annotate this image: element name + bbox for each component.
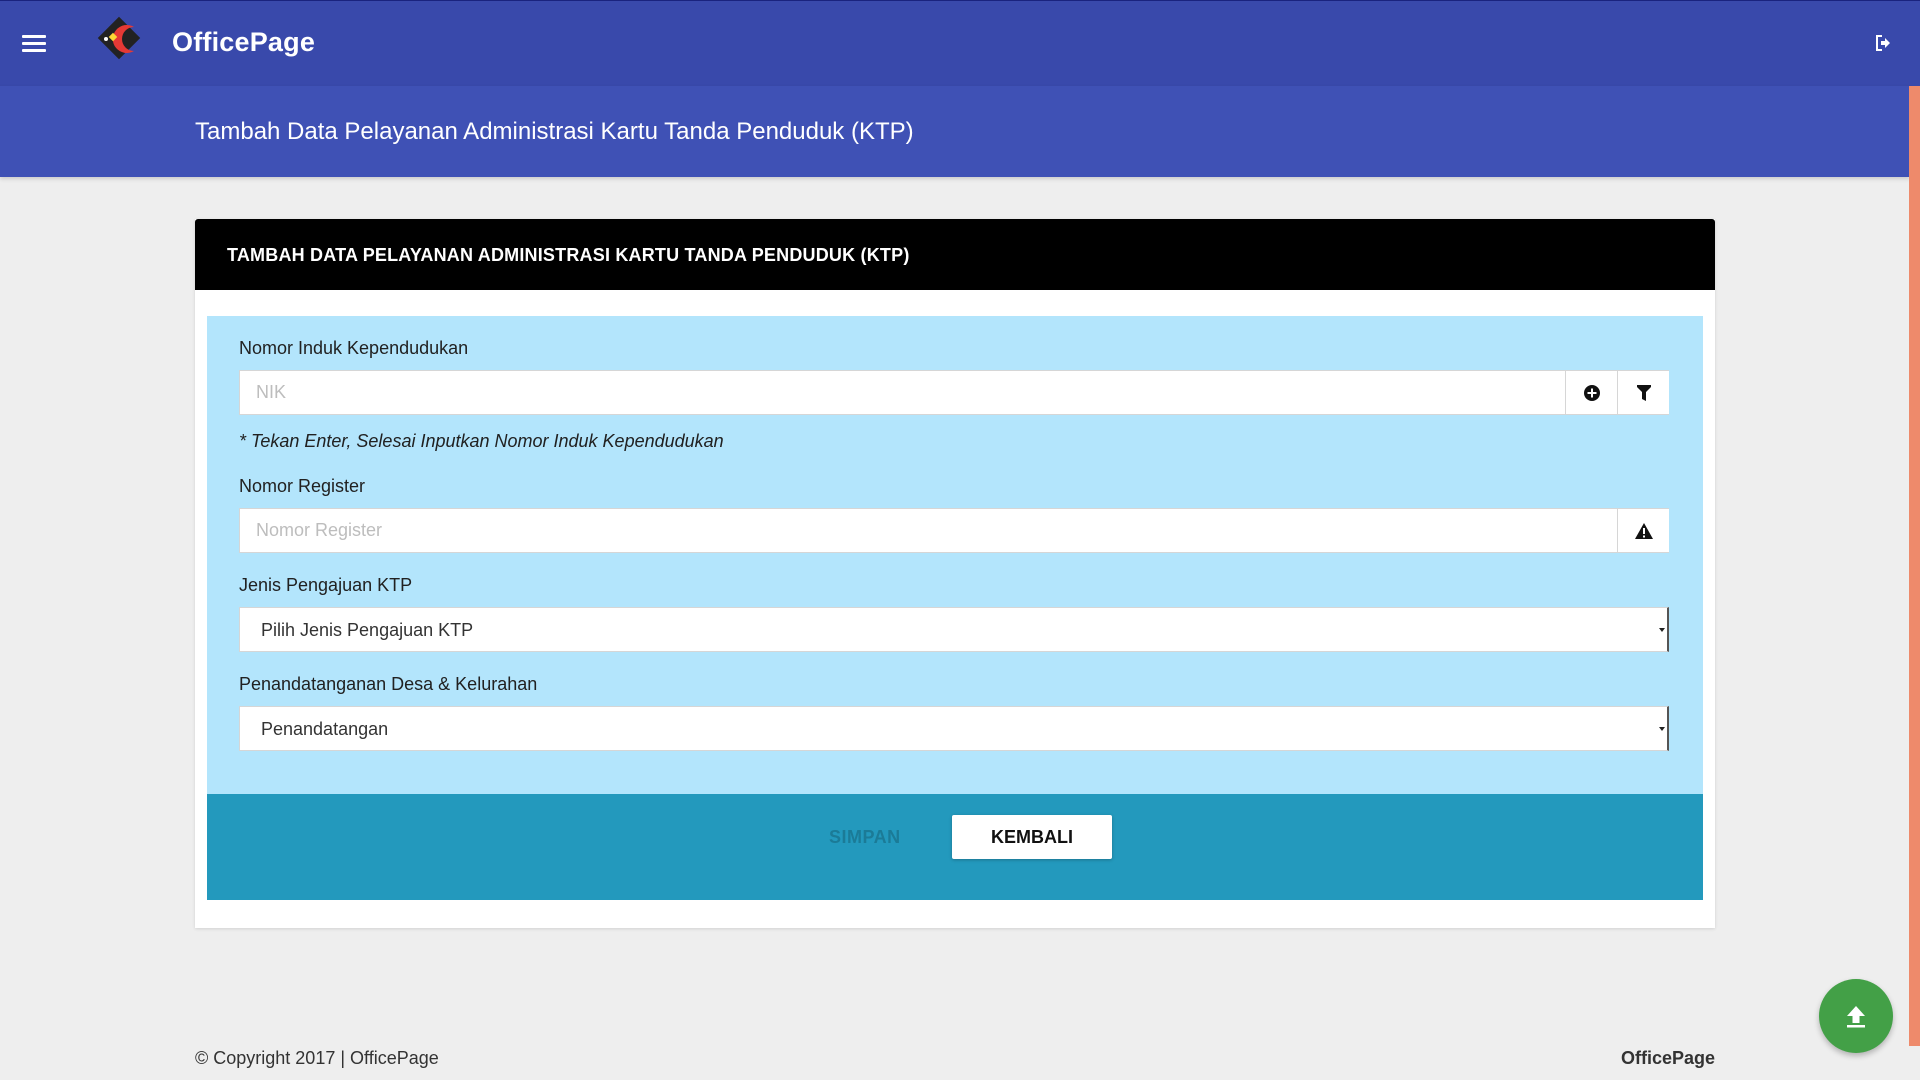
upload-arrow-icon bbox=[1847, 1006, 1865, 1028]
logout-icon[interactable] bbox=[1872, 31, 1896, 55]
register-input[interactable] bbox=[240, 509, 1617, 552]
penandatangan-selected-value: Penandatangan bbox=[261, 719, 389, 739]
card-header: TAMBAH DATA PELAYANAN ADMINISTRASI KARTU… bbox=[195, 219, 1715, 290]
page-title: Tambah Data Pelayanan Administrasi Kartu… bbox=[195, 118, 914, 145]
chevron-down-icon bbox=[1659, 628, 1665, 632]
menu-button[interactable] bbox=[22, 31, 52, 57]
nik-hint: * Tekan Enter, Selesai Inputkan Nomor In… bbox=[239, 431, 724, 451]
footer-copyright: © Copyright 2017 | OfficePage bbox=[195, 1048, 439, 1068]
register-field-group bbox=[239, 508, 1669, 553]
app-brand[interactable]: OfficePage bbox=[172, 27, 315, 58]
back-button[interactable]: KEMBALI bbox=[952, 815, 1112, 859]
chevron-down-icon bbox=[1659, 727, 1665, 731]
plus-circle-icon bbox=[1583, 384, 1600, 401]
penandatangan-label: Penandatanganan Desa & Kelurahan bbox=[239, 674, 538, 694]
filter-icon bbox=[1636, 384, 1651, 401]
save-button[interactable]: SIMPAN bbox=[829, 827, 901, 848]
form-actions: SIMPAN KEMBALI bbox=[207, 794, 1703, 900]
scrollbar-track[interactable] bbox=[1909, 86, 1920, 1046]
nik-label: Nomor Induk Kependudukan bbox=[239, 338, 469, 358]
penandatangan-select[interactable]: Penandatangan bbox=[239, 706, 1669, 751]
nik-input[interactable] bbox=[240, 371, 1565, 414]
filter-nik-button[interactable] bbox=[1617, 371, 1669, 414]
warning-icon bbox=[1634, 522, 1653, 539]
page-header: Tambah Data Pelayanan Administrasi Kartu… bbox=[0, 86, 1910, 177]
jenis-select[interactable]: Pilih Jenis Pengajuan KTP bbox=[239, 607, 1669, 652]
card-title: TAMBAH DATA PELAYANAN ADMINISTRASI KARTU… bbox=[227, 245, 910, 265]
form-card: TAMBAH DATA PELAYANAN ADMINISTRASI KARTU… bbox=[195, 219, 1715, 928]
register-warning-addon bbox=[1617, 509, 1669, 552]
jenis-label: Jenis Pengajuan KTP bbox=[239, 575, 413, 595]
top-app-bar: OfficePage bbox=[0, 0, 1920, 86]
footer-brand: OfficePage bbox=[1620, 1048, 1715, 1068]
nik-field-group bbox=[239, 370, 1669, 415]
app-logo bbox=[97, 16, 141, 60]
jenis-selected-value: Pilih Jenis Pengajuan KTP bbox=[261, 620, 474, 640]
hamburger-menu-icon bbox=[22, 35, 46, 38]
scroll-top-button[interactable] bbox=[1819, 979, 1893, 1053]
form-area: Nomor Induk Kependudukan * Tekan Enter, … bbox=[207, 316, 1703, 794]
add-nik-button[interactable] bbox=[1565, 371, 1617, 414]
register-label: Nomor Register bbox=[239, 476, 366, 496]
